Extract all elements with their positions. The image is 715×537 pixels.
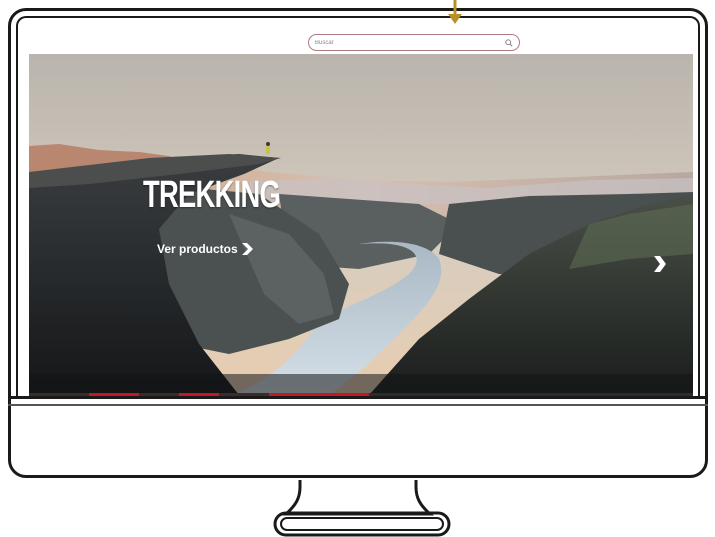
device-mockup: TREKKING Ver productos	[0, 0, 715, 537]
monitor-stand	[273, 480, 451, 537]
